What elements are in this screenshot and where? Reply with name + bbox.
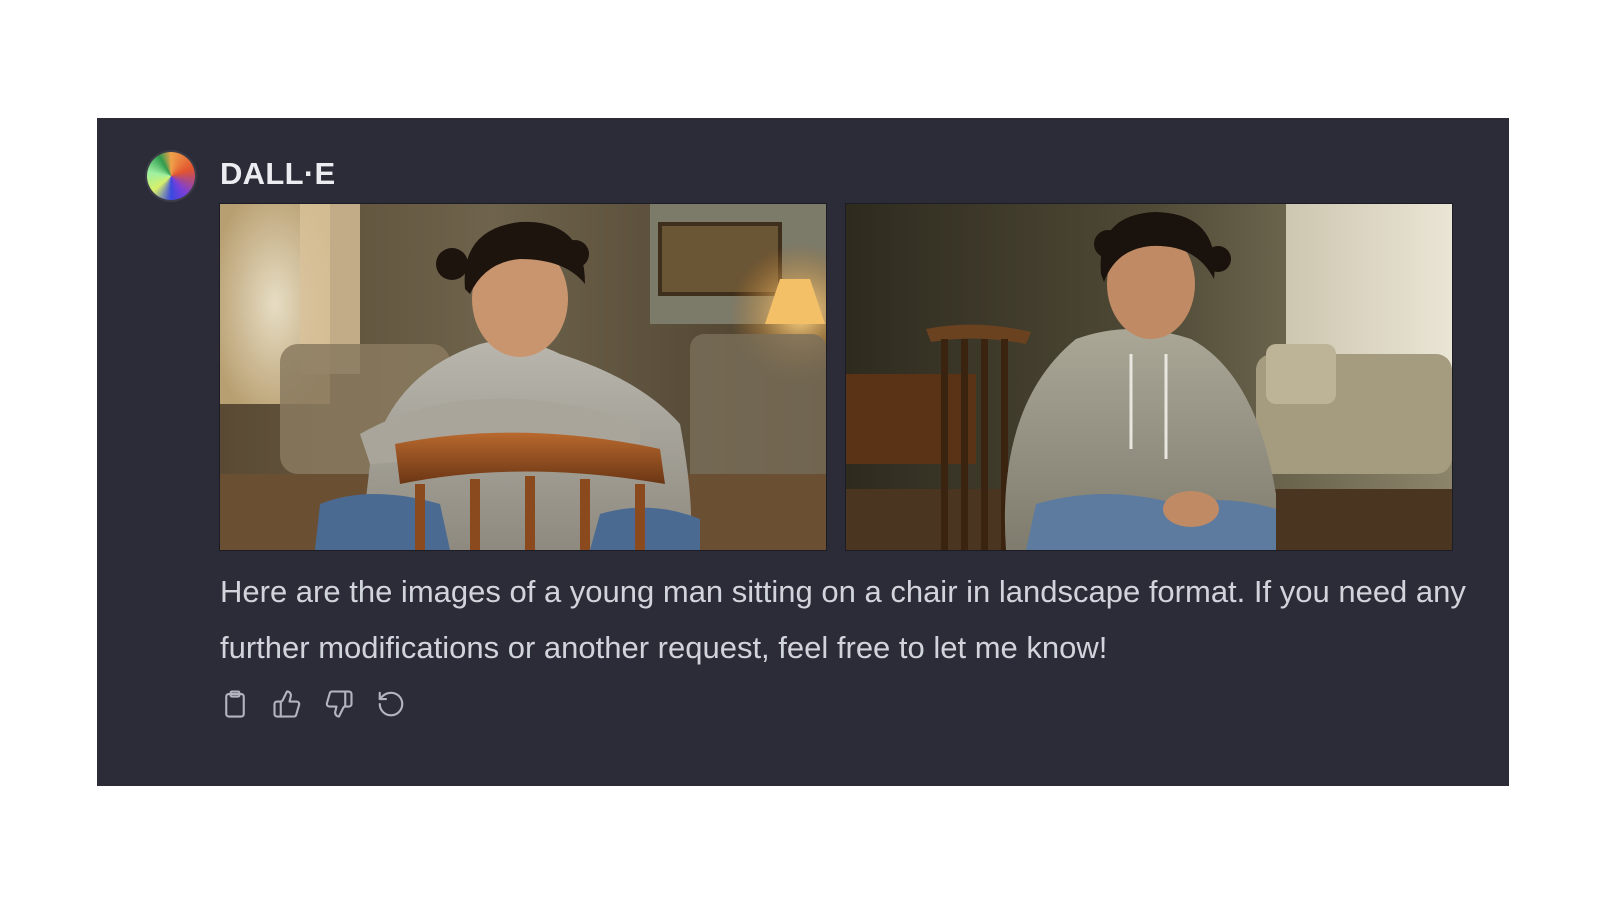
message-text: Here are the images of a young man sitti… [220, 574, 1466, 665]
dalle-avatar-icon [147, 152, 195, 200]
clipboard-icon [225, 690, 245, 718]
thumbs-down-button[interactable] [321, 686, 357, 722]
thumbs-up-button[interactable] [269, 686, 305, 722]
assistant-message: DALL·E Here are the images of a young ma… [97, 118, 1509, 786]
generated-image-2[interactable] [845, 203, 1453, 551]
thumbs-down-icon [325, 690, 353, 718]
sender-name: DALL·E [220, 156, 336, 191]
copy-button[interactable] [217, 686, 253, 722]
refresh-icon [378, 691, 404, 717]
thumbs-up-icon [273, 690, 301, 718]
regenerate-button[interactable] [373, 686, 409, 722]
message-actions [217, 686, 409, 726]
generated-image-1[interactable] [219, 203, 827, 551]
image-gallery [219, 203, 1453, 551]
